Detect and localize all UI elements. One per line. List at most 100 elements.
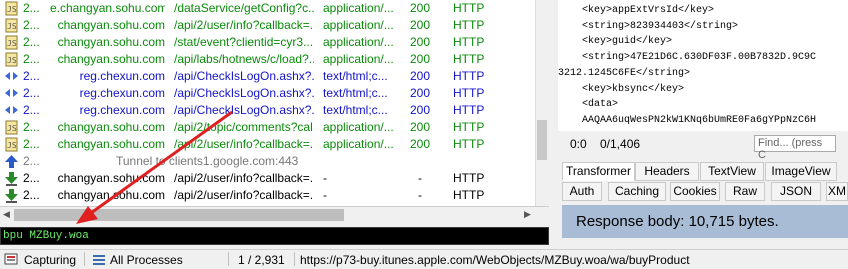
response-body-size: Response body: 10,715 bytes. <box>576 213 779 230</box>
svg-text:JS: JS <box>7 5 17 14</box>
download-arrow-icon <box>4 171 19 186</box>
xml-line: AAQAA6uqWesPN2kW1KNq6bUmRE0Fa6gYPpNzC6H <box>558 114 817 126</box>
capture-icon[interactable] <box>4 252 18 269</box>
session-protocol: HTTP <box>453 103 485 117</box>
session-number: 2... <box>23 154 40 168</box>
tab-json[interactable]: JSON <box>771 182 821 201</box>
session-row[interactable]: 2... changyan.sohu.com/api/2/user/info?ca… <box>0 187 549 204</box>
session-result: - <box>418 171 422 185</box>
session-number: 2... <box>23 69 40 83</box>
session-number: 2... <box>23 188 40 202</box>
session-row[interactable]: JS 2... e.changyan.sohu.com/dataService/ge… <box>0 0 549 17</box>
session-url: /api/CheckIsLogOn.ashx?... <box>174 103 314 117</box>
session-host: e.changyan.sohu.com <box>50 1 165 15</box>
sessions-vertical-scrollbar[interactable] <box>535 0 550 206</box>
session-protocol: HTTP <box>453 86 485 100</box>
session-result: 200 <box>409 120 431 134</box>
xml-line: 3212.1245C6FE</string> <box>558 67 691 79</box>
html-icon <box>4 69 19 84</box>
session-result: 200 <box>409 1 431 15</box>
session-number: 2... <box>23 86 40 100</box>
scroll-left-icon[interactable]: ◀ <box>3 209 10 220</box>
vertical-scroll-thumb[interactable] <box>537 120 547 160</box>
horizontal-scroll-thumb[interactable] <box>14 209 344 221</box>
tab-textview[interactable]: TextView <box>700 162 764 181</box>
session-number: 2... <box>23 120 40 134</box>
selection-count: 0/1,406 <box>600 137 641 151</box>
xml-response-view[interactable]: <key>appExtVrsId</key> <string>823934403… <box>558 0 848 131</box>
session-number: 2... <box>23 137 40 151</box>
session-number: 2... <box>23 35 40 49</box>
session-protocol: HTTP <box>453 69 485 83</box>
tab-imageview[interactable]: ImageView <box>765 162 837 181</box>
session-number: 2... <box>23 1 40 15</box>
status-bar: Capturing All Processes 1 / 2,931 https:… <box>0 249 848 269</box>
session-host: reg.chexun.com <box>79 86 165 100</box>
tab-headers[interactable]: Headers <box>635 162 699 181</box>
session-number: 2... <box>23 171 40 185</box>
session-row[interactable]: JS 2... changyan.sohu.com/api/2/user/info?… <box>0 136 549 153</box>
session-row[interactable]: 2... reg.chexun.com/api/CheckIsLogOn.ashx… <box>0 68 549 85</box>
session-url: /api/CheckIsLogOn.ashx?... <box>174 69 314 83</box>
xml-line: <key>kbsync</key> <box>558 83 685 95</box>
session-row[interactable]: 2... reg.chexun.com/api/CheckIsLogOn.ashx… <box>0 102 549 119</box>
session-url: /api/labs/hotnews/c/load?... <box>174 52 314 66</box>
scroll-right-icon[interactable]: ▶ <box>524 209 531 220</box>
session-host: changyan.sohu.com <box>57 18 165 32</box>
session-row[interactable]: JS 2... changyan.sohu.com/api/2/user/info?… <box>0 17 549 34</box>
tab-raw[interactable]: Raw <box>725 182 765 201</box>
xml-line: <string>47E21D6C.630DF03F.00B7832D.9C9C <box>558 52 817 64</box>
tunnel-up-icon <box>4 154 19 169</box>
session-host: reg.chexun.com <box>79 69 165 83</box>
session-content-type: application/... <box>323 35 394 49</box>
html-icon <box>4 86 19 101</box>
session-protocol: HTTP <box>453 188 485 202</box>
tab-cookies[interactable]: Cookies <box>670 182 720 201</box>
quickexec-box[interactable] <box>0 227 549 245</box>
session-count: 1 / 2,931 <box>238 253 285 267</box>
script-icon: JS <box>4 35 19 50</box>
session-content-type: text/html;c... <box>323 103 388 117</box>
session-url: /api/CheckIsLogOn.ashx?... <box>174 86 314 100</box>
tab-auth[interactable]: Auth <box>562 182 602 201</box>
session-row[interactable]: 2... Tunnel to clients1.google.com:443 <box>0 153 549 170</box>
tab-xm[interactable]: XM <box>826 182 848 201</box>
process-filter-icon[interactable] <box>92 252 106 269</box>
xml-line: <key>appExtVrsId</key> <box>558 5 715 16</box>
session-url: /stat/event?clientid=cyr3... <box>174 35 314 49</box>
session-protocol: HTTP <box>453 52 485 66</box>
xml-line: <string>823934403</string> <box>558 20 739 32</box>
session-row[interactable]: JS 2... changyan.sohu.com/stat/event?clien… <box>0 34 549 51</box>
tab-caching[interactable]: Caching <box>608 182 666 201</box>
session-row[interactable]: JS 2... changyan.sohu.com/api/labs/hotnews… <box>0 51 549 68</box>
find-input[interactable]: Find... (press C <box>754 135 836 161</box>
xml-line: <data> <box>558 99 619 111</box>
quickexec-input[interactable] <box>3 229 543 243</box>
script-icon: JS <box>4 1 19 16</box>
session-protocol: HTTP <box>453 18 485 32</box>
session-row[interactable]: 2... reg.chexun.com/api/CheckIsLogOn.ashx… <box>0 85 549 102</box>
session-url: /api/2/user/info?callback=... <box>174 18 314 32</box>
session-row[interactable]: JS 2... changyan.sohu.com/api/2/topic/comm… <box>0 119 549 136</box>
session-protocol: HTTP <box>453 171 485 185</box>
svg-text:JS: JS <box>7 124 17 133</box>
session-url: /api/2/topic/comments?cal... <box>174 120 314 134</box>
svg-text:JS: JS <box>7 141 17 150</box>
session-result: 200 <box>409 103 431 117</box>
session-url: /api/2/user/info?callback=... <box>174 137 314 151</box>
capturing-label[interactable]: Capturing <box>24 253 76 267</box>
caret-position: 0:0 <box>570 137 587 151</box>
session-host: changyan.sohu.com <box>57 188 165 202</box>
session-host: changyan.sohu.com <box>57 137 165 151</box>
process-filter-label[interactable]: All Processes <box>110 253 183 267</box>
download-arrow-icon <box>4 188 19 203</box>
sessions-list[interactable]: JS 2... e.changyan.sohu.com/dataService/ge… <box>0 0 549 206</box>
tab-transformer[interactable]: Transformer <box>562 162 635 181</box>
selected-session-url: https://p73-buy.itunes.apple.com/WebObje… <box>300 253 690 267</box>
xml-line: <key>guid</key> <box>558 36 673 48</box>
svg-text:JS: JS <box>7 39 17 48</box>
session-host: changyan.sohu.com <box>57 35 165 49</box>
session-row[interactable]: 2... changyan.sohu.com/api/2/user/info?ca… <box>0 170 549 187</box>
script-icon: JS <box>4 52 19 67</box>
tunnel-label: Tunnel to clients1.google.com:443 <box>116 154 299 168</box>
